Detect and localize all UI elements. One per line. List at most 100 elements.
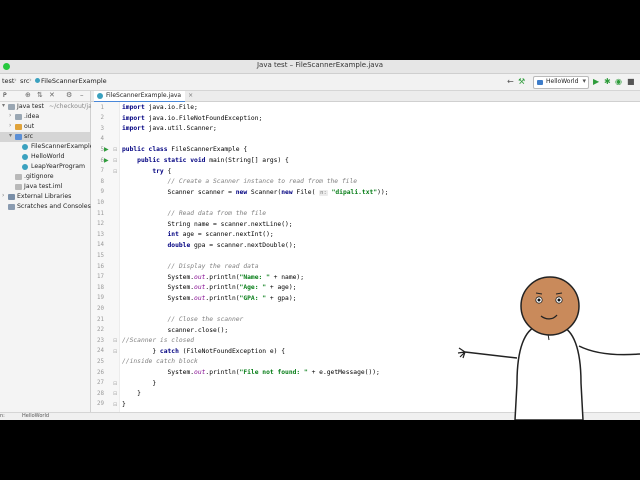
chevron-right-icon[interactable]: ›	[9, 122, 11, 129]
run-configuration-select[interactable]: HelloWorld ▾	[533, 76, 589, 89]
line-number: 10	[97, 199, 104, 206]
tree-item[interactable]: HelloWorld	[0, 152, 90, 162]
tree-item-label: HelloWorld	[31, 153, 65, 160]
line-number: 28	[97, 390, 104, 397]
expand-all-icon[interactable]: ✕	[49, 91, 55, 99]
close-icon[interactable]: ×	[188, 91, 193, 101]
tree-item[interactable]: ▾ src	[0, 132, 90, 142]
code-line[interactable]: System.out.println("File not found: " + …	[122, 368, 379, 379]
tree-item-label: LeapYearProgram	[31, 163, 86, 170]
code-line[interactable]: //inside catch block	[122, 357, 198, 368]
code-line[interactable]: double gpa = scanner.nextDouble();	[122, 241, 297, 252]
tree-item[interactable]: › out	[0, 122, 90, 132]
code-line[interactable]: System.out.println("Name: " + name);	[122, 273, 304, 284]
code-line[interactable]: }	[122, 400, 126, 411]
line-number: 17	[97, 274, 104, 281]
build-hammer-icon[interactable]: ⚒	[518, 77, 525, 86]
locate-icon[interactable]: ⊕	[25, 91, 31, 99]
code-line[interactable]: public class FileScannerExample {	[122, 145, 247, 156]
run-icon[interactable]: ▶	[593, 77, 599, 86]
minimize-icon[interactable]: –	[80, 91, 84, 99]
code-line[interactable]: public static void main(String[] args) {	[122, 156, 289, 167]
stop-icon[interactable]: ■	[627, 77, 635, 86]
tree-item-label: Scratches and Consoles	[17, 203, 91, 210]
breadcrumb-file[interactable]: FileScannerExample	[35, 77, 107, 85]
presenter-head	[520, 276, 580, 336]
code-line[interactable]: //Scanner is closed	[122, 336, 194, 347]
line-number: 11	[97, 210, 104, 217]
code-line[interactable]: import java.io.File;	[122, 103, 198, 114]
line-number: 29	[97, 401, 104, 408]
fold-icon[interactable]: ⊟	[113, 349, 117, 355]
fold-icon[interactable]: ⊟	[113, 402, 117, 408]
line-number: 15	[97, 252, 104, 259]
fold-icon[interactable]: ⊟	[113, 158, 117, 164]
coverage-icon[interactable]: ◉	[615, 77, 622, 86]
line-number: 1	[100, 104, 105, 111]
tree-item[interactable]: › External Libraries	[0, 192, 90, 202]
cartoon-presenter	[457, 276, 640, 420]
fold-icon[interactable]: ⊟	[113, 381, 117, 387]
status-config: HelloWorld	[22, 413, 50, 419]
ide-window: Java test – FileScannerExample.java test…	[0, 60, 640, 420]
breadcrumb-project[interactable]: test	[2, 77, 14, 85]
chevron-right-icon[interactable]: ›	[9, 112, 11, 119]
tree-item[interactable]: Scratches and Consoles	[0, 202, 91, 212]
code-line[interactable]: scanner.close();	[122, 326, 228, 337]
code-line[interactable]: try {	[122, 167, 171, 178]
code-line[interactable]: import java.io.FileNotFoundException;	[122, 114, 262, 125]
chevron-right-icon[interactable]: ›	[2, 192, 4, 199]
code-line[interactable]: } catch (FileNotFoundException e) {	[122, 347, 285, 358]
tree-item[interactable]: › .idea	[0, 112, 90, 122]
line-number: 26	[97, 369, 104, 376]
navigation-bar: test › src › FileScannerExample ← ⚒ Hell…	[0, 74, 640, 91]
code-line[interactable]: // Read data from the file	[122, 209, 267, 220]
code-line[interactable]: // Create a Scanner instance to read fro…	[122, 177, 358, 188]
run-gutter-icon[interactable]: ▶	[104, 157, 109, 164]
line-number: 2	[100, 115, 105, 122]
fold-icon[interactable]: ⊟	[113, 338, 117, 344]
chevron-down-icon[interactable]: ▾	[9, 132, 12, 139]
code-line[interactable]: System.out.println("Age: " + age);	[122, 283, 296, 294]
tree-item-label: Java test.iml	[24, 183, 63, 190]
line-number: 3	[100, 125, 105, 132]
collapse-all-icon[interactable]: ⇅	[37, 91, 43, 99]
tree-item-label: src	[24, 133, 34, 140]
project-view-label[interactable]: P	[3, 92, 7, 99]
fold-icon[interactable]: ⊟	[113, 147, 117, 153]
parameter-hint: n:	[319, 189, 328, 196]
code-line[interactable]: System.out.println("GPA: " + gpa);	[122, 294, 296, 305]
code-line[interactable]: Scanner scanner = new Scanner(new File( …	[122, 188, 388, 199]
tree-item-label: Java test	[17, 103, 44, 110]
code-line[interactable]: // Close the scanner	[122, 315, 244, 326]
code-line[interactable]: import java.util.Scanner;	[122, 124, 217, 135]
tree-item[interactable]: Java test.iml	[0, 182, 90, 192]
editor-gutter: 1 2 3 4 5 ▶ ⊟ 6 ▶ ⊟ 7 ⊟ 8 9 10 11 12 13 14 15 16 17 18 19 20 21 22…	[91, 102, 120, 420]
application-icon	[537, 80, 543, 85]
code-line[interactable]: }	[122, 389, 141, 400]
tree-item[interactable]: LeapYearProgram	[0, 162, 90, 172]
fold-icon[interactable]: ⊟	[113, 391, 117, 397]
run-gutter-icon[interactable]: ▶	[104, 146, 109, 153]
tree-item-label: External Libraries	[17, 193, 72, 200]
tree-item[interactable]: .gitignore	[0, 172, 90, 182]
tree-item[interactable]: ▾ Java test ~/checkout/java	[0, 102, 99, 112]
folder-icon	[15, 114, 22, 120]
code-line[interactable]: int age = scanner.nextInt();	[122, 230, 274, 241]
code-line[interactable]: // Display the read data	[122, 262, 259, 273]
back-arrow-icon[interactable]: ←	[507, 77, 514, 86]
tree-item[interactable]: FileScannerExample	[0, 142, 94, 152]
code-line[interactable]: }	[122, 379, 156, 390]
breadcrumb-file-label: FileScannerExample	[41, 77, 107, 85]
gear-icon[interactable]: ⚙	[66, 91, 72, 99]
java-class-icon	[35, 78, 40, 83]
project-panel: P ⊕ ⇅ ✕ ⚙ – ▾ Java test ~/checkout/java › .i…	[0, 91, 99, 420]
presenter-body	[457, 325, 640, 420]
code-line[interactable]: String name = scanner.nextLine();	[122, 220, 292, 231]
chevron-down-icon[interactable]: ▾	[2, 102, 5, 109]
line-number: 22	[97, 327, 104, 334]
java-class-icon	[22, 154, 28, 160]
debug-icon[interactable]: ✱	[604, 77, 611, 86]
folder-icon	[15, 124, 22, 130]
fold-icon[interactable]: ⊟	[113, 169, 117, 175]
